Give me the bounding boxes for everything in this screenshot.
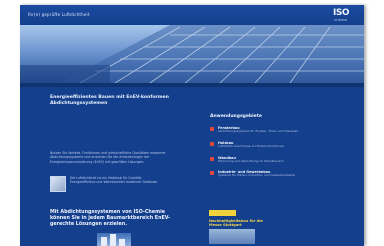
header-tagline: Ihr(e) geprüfte Luftdichtheit — [28, 12, 90, 17]
second-headline: Mit Abdichtungssystemen von ISO-Chemie k… — [50, 210, 171, 227]
header-bar: Ihr(e) geprüfte Luftdichtheit ISO CHEMIE — [20, 5, 364, 26]
area-description: Luftdichte Anschlüsse in Holzkonstruktio… — [218, 143, 285, 148]
iso-chemie-logo[interactable]: ISO CHEMIE — [333, 8, 355, 22]
promo-image[interactable] — [209, 229, 255, 244]
logo-subtext: CHEMIE — [334, 18, 348, 22]
promo-highlight — [209, 210, 236, 216]
hero-building-image — [20, 25, 364, 83]
area-description: Abdichtungssysteme für Fenster, Türen un… — [218, 129, 299, 133]
area-item-industriebau[interactable]: Industrie- und Gewerbebau Systeme für Ha… — [210, 170, 330, 178]
note-text: Die Luftdichtheit ist ein Maßstab für Qu… — [70, 176, 158, 185]
area-item-holzbau[interactable]: Holzbau Luftdichte Anschlüsse in Holzkon… — [210, 141, 330, 149]
bullet-icon — [210, 171, 214, 176]
note-thumbnail — [50, 176, 66, 192]
bullet-icon — [210, 141, 214, 146]
area-description: Dämmung und Abdichtung im Wandbereich — [218, 158, 284, 163]
area-item-fensterbau[interactable]: Fensterbau Abdichtungssysteme für Fenste… — [210, 126, 330, 134]
hero-illustration — [20, 25, 364, 83]
promo-text[interactable]: Nachhaltigkeitsbau für die Messe Stuttga… — [209, 219, 269, 228]
intro-paragraph: Nutzen Sie Vorteile, Funktionen und wirt… — [50, 151, 166, 164]
logo-text: ISO — [333, 8, 349, 18]
main-content: Energieeffizientes Bauen mit EnEV-konfor… — [50, 95, 175, 164]
nav-strip — [20, 83, 364, 87]
page-headline: Energieeffizientes Bauen mit EnEV-konfor… — [50, 95, 169, 106]
area-item-wandbau[interactable]: Wandbau Dämmung und Abdichtung im Wandbe… — [210, 156, 330, 164]
bullet-icon — [210, 127, 214, 131]
product-image[interactable] — [97, 233, 131, 246]
promo-teaser[interactable]: Nachhaltigkeitsbau für die Messe Stuttga… — [209, 210, 263, 246]
area-description: Systeme für Hallen, Industrie- und Gewer… — [218, 173, 296, 178]
page-frame: Ihr(e) geprüfte Luftdichtheit ISO CHEMIE — [20, 5, 364, 246]
info-note: Die Luftdichtheit ist ein Maßstab für Qu… — [50, 176, 168, 192]
bullet-icon — [210, 156, 214, 161]
application-areas: Anwendungsgebiete Fensterbau Abdichtungs… — [210, 114, 330, 178]
section-title: Anwendungsgebiete — [210, 114, 262, 119]
